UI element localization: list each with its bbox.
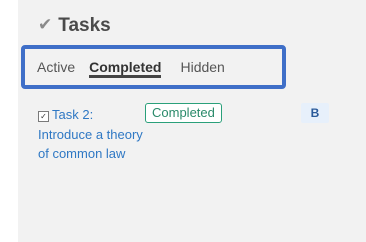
tasks-header: ✔ Tasks xyxy=(38,16,111,35)
grade-badge: B xyxy=(301,103,329,123)
task-filter-tabs: Active Completed Hidden xyxy=(37,59,225,78)
tab-hidden[interactable]: Hidden xyxy=(180,59,224,75)
panel-title: Tasks xyxy=(58,15,111,36)
task-item-link[interactable]: ✓ Task 2: Introduce a theory of common la… xyxy=(38,105,148,164)
tasks-panel: ✔ Tasks Active Completed Hidden ✓ Task 2:… xyxy=(18,0,366,242)
checkbox-checked-icon: ✓ xyxy=(38,111,49,122)
tab-active[interactable]: Active xyxy=(37,59,75,75)
tab-completed[interactable]: Completed xyxy=(89,59,162,78)
check-icon: ✔ xyxy=(38,15,53,35)
task-title: Task 2: Introduce a theory of common law xyxy=(38,107,143,162)
status-badge: Completed xyxy=(145,103,222,123)
